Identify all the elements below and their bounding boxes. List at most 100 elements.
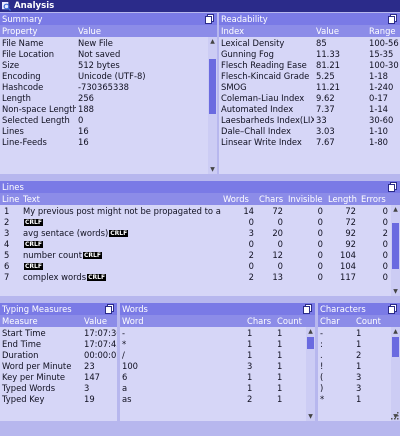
table-row[interactable]: Line-Feeds 16 [0, 136, 217, 147]
column-header-line[interactable]: Line [0, 194, 21, 204]
table-row[interactable]: SMOG 11.21 1-240 [219, 81, 400, 92]
table-row[interactable]: Laesbarheds Index(LIX) 33 30-60 [219, 114, 400, 125]
copy-icon[interactable] [303, 304, 312, 314]
words-table-body: -1 1 * 1 1/1 1 100 3 1 6 1 1 a 1 1 as 2 1 [120, 327, 315, 404]
table-row[interactable]: as 2 1 [120, 393, 315, 404]
table-row[interactable]: 2 CRLF 0 0 0 72 0 [0, 216, 400, 227]
table-row[interactable]: Lexical Density 85 100-56 [219, 37, 400, 48]
column-header-word[interactable]: Word [120, 316, 245, 326]
table-cell: 19 [84, 393, 95, 404]
words-scrollbar[interactable]: ▲ ▼ [306, 327, 315, 421]
table-row[interactable]: 7 complex words CRLF 2 13 0 117 0 [0, 271, 400, 282]
table-row[interactable]: / 1 1 [120, 349, 315, 360]
copy-icon[interactable] [105, 304, 114, 314]
table-row[interactable]: Start Time 17:07:36 [0, 327, 117, 338]
column-header-chars[interactable]: Chars [257, 194, 286, 204]
table-row[interactable]: Gunning Fog 11.33 15-35 [219, 48, 400, 59]
table-row[interactable]: Automated Index 7.37 1-14 [219, 103, 400, 114]
table-row[interactable]: Non-space Length 188 [0, 103, 217, 114]
copy-icon[interactable] [388, 14, 397, 24]
table-row[interactable]: Selected Length 0 [0, 114, 217, 125]
table-row[interactable]: Length 256 [0, 92, 217, 103]
table-row[interactable]: ! 1 [318, 360, 400, 371]
table-row[interactable]: Typed Words 3 [0, 382, 117, 393]
column-header-length[interactable]: Length [326, 194, 359, 204]
copy-icon[interactable] [205, 14, 214, 24]
column-header-range[interactable]: Range [367, 26, 400, 36]
column-header-value[interactable]: Value [314, 26, 367, 36]
table-row[interactable]: 5 number count CRLF 2 12 0 104 0 [0, 249, 400, 260]
column-header-count[interactable]: Count [354, 316, 391, 326]
length-cell: 72 [345, 205, 356, 216]
invisible-cell: 0 [317, 227, 323, 238]
table-row[interactable]: Size 512 bytes [0, 59, 217, 70]
copy-icon[interactable] [388, 304, 397, 314]
column-header-errors[interactable]: Errors [359, 194, 391, 204]
chevron-up-icon[interactable]: ▲ [391, 327, 400, 336]
chevron-down-icon[interactable]: ▼ [208, 165, 217, 174]
table-cell: 9.62 [316, 92, 335, 103]
table-row[interactable]: Typed Key 19 [0, 393, 117, 404]
table-row[interactable]: * 1 1 [120, 338, 315, 349]
table-cell: 1 [356, 338, 362, 349]
table-row[interactable]: Flesch Reading Ease 81.21 100-30 [219, 59, 400, 70]
table-row[interactable]: Flesch-Kincaid Grade 5.25 1-18 [219, 70, 400, 81]
table-cell: 3 [84, 382, 90, 393]
chevron-up-icon[interactable]: ▲ [208, 37, 217, 46]
table-row[interactable]: * 1 [318, 393, 400, 404]
table-row[interactable]: 6 CRLF 0 0 0 104 0 [0, 260, 400, 271]
chevron-down-icon[interactable]: ▼ [391, 287, 400, 296]
crlf-badge: CRLF [24, 218, 43, 226]
column-header-value[interactable]: Value [76, 26, 206, 36]
table-row[interactable]: Hashcode -730365338 [0, 81, 217, 92]
chevron-up-icon[interactable]: ▲ [391, 205, 400, 214]
column-header-text[interactable]: Text [21, 194, 221, 204]
table-row[interactable]: Key per Minute 147 [0, 371, 117, 382]
table-row[interactable]: File Name New File [0, 37, 217, 48]
scroll-thumb[interactable] [392, 337, 399, 357]
column-header-count[interactable]: Count [275, 316, 305, 326]
table-row[interactable]: a 1 1 [120, 382, 315, 393]
column-header-measure[interactable]: Measure [0, 316, 82, 326]
table-row[interactable]: 4 CRLF 0 0 0 92 0 [0, 238, 400, 249]
column-header-value[interactable]: Value [82, 316, 117, 326]
line-text-cell: avg sentace (words) CRLF [21, 228, 221, 238]
table-row[interactable]: Coleman-Liau Index 9.62 0-17 [219, 92, 400, 103]
table-row[interactable]: Word per Minute 23 [0, 360, 117, 371]
resize-grip-icon[interactable] [391, 412, 399, 420]
table-row[interactable]: 6 1 1 [120, 371, 315, 382]
table-row[interactable]: Lines 16 [0, 125, 217, 136]
scroll-thumb[interactable] [307, 337, 314, 349]
table-cell: Flesch Reading Ease [221, 59, 307, 70]
lines-scrollbar[interactable]: ▲ ▼ [391, 205, 400, 296]
column-header-index[interactable]: Index [219, 26, 314, 36]
characters-scrollbar[interactable]: ▲ ▼ [391, 327, 400, 421]
summary-scrollbar[interactable]: ▲ ▼ [208, 37, 217, 174]
table-row[interactable]: ) 3 [318, 382, 400, 393]
column-header-char[interactable]: Char [318, 316, 354, 326]
table-row[interactable]: -1 [318, 327, 400, 338]
chevron-up-icon[interactable]: ▲ [306, 327, 315, 336]
scroll-thumb[interactable] [392, 223, 399, 269]
table-row[interactable]: :1 [318, 338, 400, 349]
column-header-words[interactable]: Words [221, 194, 257, 204]
table-row[interactable]: Duration 00:00:07 [0, 349, 117, 360]
table-row[interactable]: 1 My previous post might not be propagate… [0, 205, 400, 216]
table-row[interactable]: Linsear Write Index 7.67 1-80 [219, 136, 400, 147]
table-row[interactable]: File Location Not saved [0, 48, 217, 59]
line-number: 7 [4, 271, 10, 282]
table-row[interactable]: .2 [318, 349, 400, 360]
table-row[interactable]: Dale–Chall Index 3.03 1-10 [219, 125, 400, 136]
chevron-down-icon[interactable]: ▼ [306, 412, 315, 421]
table-row[interactable]: Encoding Unicode (UTF-8) [0, 70, 217, 81]
table-row[interactable]: End Time 17:07:43 [0, 338, 117, 349]
column-header-chars[interactable]: Chars [245, 316, 275, 326]
table-row[interactable]: 3 avg sentace (words) CRLF 3 20 0 92 2 [0, 227, 400, 238]
column-header-invisible[interactable]: Invisible [286, 194, 326, 204]
table-row[interactable]: (3 [318, 371, 400, 382]
column-header-property[interactable]: Property [0, 26, 76, 36]
copy-icon[interactable] [388, 182, 397, 192]
scroll-thumb[interactable] [209, 59, 216, 114]
table-row[interactable]: - 1 1 [120, 327, 315, 338]
table-row[interactable]: 100 3 1 [120, 360, 315, 371]
